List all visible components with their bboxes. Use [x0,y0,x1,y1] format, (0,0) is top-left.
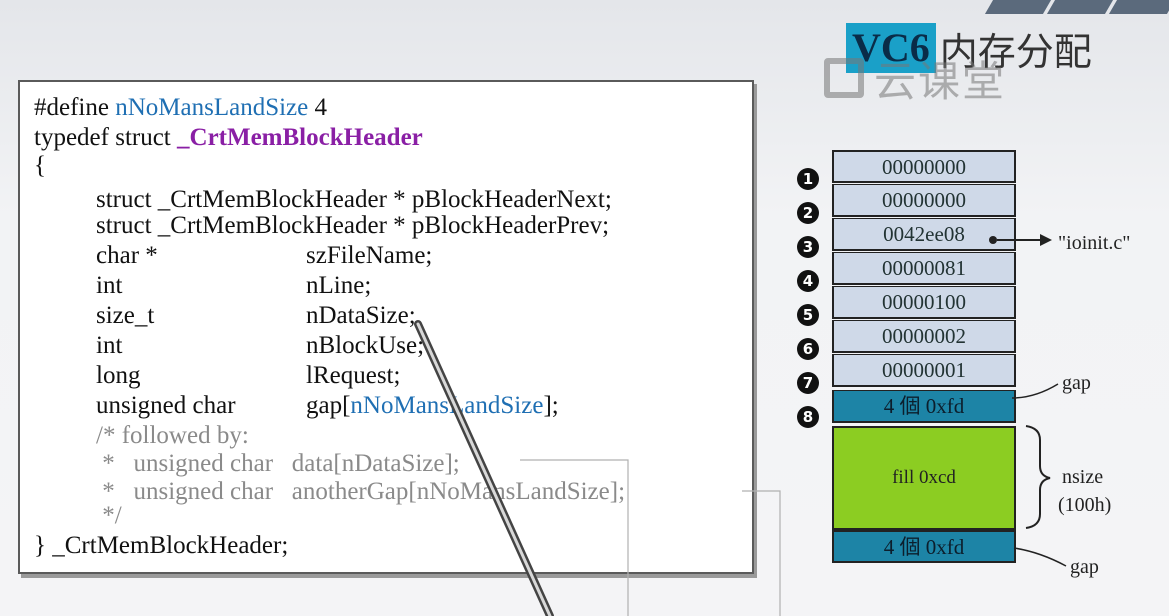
connector-line [742,490,781,616]
gap-bottom-leader [1013,547,1067,567]
arrow-head-icon [1040,234,1052,246]
gap-top-leader [1011,383,1059,399]
presenter-pen-highlight [416,322,552,616]
pointer-dot [989,236,997,244]
brace-icon [1025,425,1051,529]
diagram-overlay [414,234,1067,616]
